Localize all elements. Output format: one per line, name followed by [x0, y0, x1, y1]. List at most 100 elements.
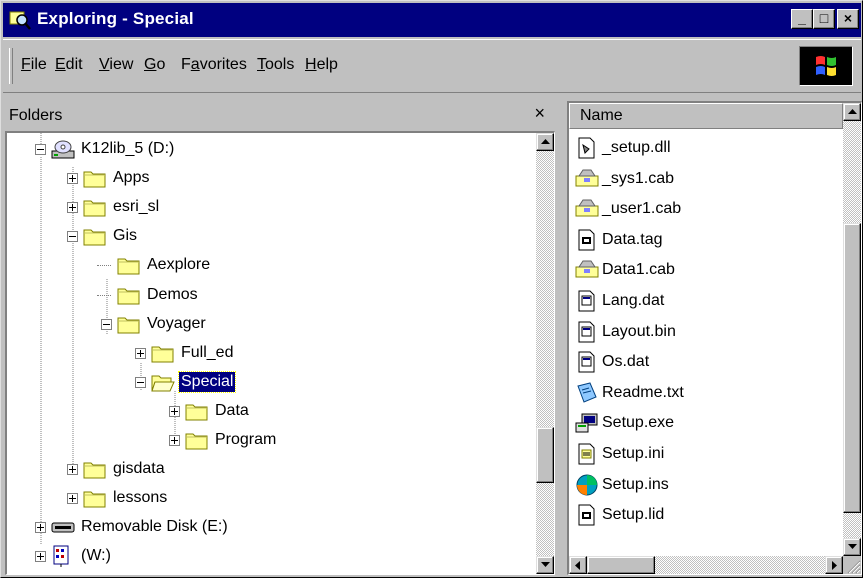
scroll-left-arrow-icon: [575, 561, 580, 570]
close-icon: ×: [843, 10, 853, 26]
tree-node-demos[interactable]: Demos: [117, 281, 200, 309]
folder-open-icon: [151, 371, 175, 393]
tree-node-lessons[interactable]: lessons: [83, 484, 169, 512]
list-scroll-left-button[interactable]: [569, 556, 587, 574]
tree-scroll-up-button[interactable]: [536, 133, 554, 151]
tree-vertical-scrollbar[interactable]: [536, 133, 554, 574]
tree-node-aexplore[interactable]: Aexplore: [117, 251, 212, 279]
tree-node-w[interactable]: (W:): [51, 542, 113, 570]
expand-plus-icon[interactable]: [169, 405, 180, 417]
tree-node-k12lib-5-d[interactable]: K12lib_5 (D:): [51, 135, 176, 163]
folder-tree[interactable]: K12lib_5 (D:) Apps esri_sl Gis Aexplore Demos…: [5, 131, 555, 575]
folders-pane-title: Folders: [9, 107, 63, 124]
menu-item-file[interactable]: File: [21, 56, 47, 74]
menu-accelerator-key: V: [99, 56, 110, 73]
tree-node-label: K12lib_5 (D:): [81, 140, 175, 157]
expand-plus-icon[interactable]: [67, 173, 78, 185]
collapse-minus-icon[interactable]: [67, 231, 78, 243]
toolbar-grip[interactable]: [9, 48, 13, 84]
file-name: Layout.bin: [602, 322, 676, 340]
collapse-minus-icon[interactable]: [135, 376, 146, 388]
menu-item-favorites[interactable]: Favorites: [181, 56, 247, 74]
expand-plus-icon[interactable]: [35, 551, 46, 563]
tree-connector: [97, 294, 111, 296]
file-name: Setup.exe: [602, 414, 675, 432]
menu-item-help[interactable]: Help: [305, 56, 338, 74]
file-item[interactable]: Os.dat: [575, 347, 649, 377]
column-header-name[interactable]: Name: [569, 103, 843, 129]
list-scroll-down-button[interactable]: [843, 538, 861, 556]
file-item[interactable]: Lang.dat: [575, 286, 664, 316]
file-item[interactable]: _sys1.cab: [575, 164, 674, 194]
menu-item-edit[interactable]: Edit: [55, 56, 83, 74]
file-item[interactable]: Setup.ini: [575, 439, 664, 469]
tree-node-program[interactable]: Program: [185, 426, 278, 454]
tree-scroll-down-button[interactable]: [536, 556, 554, 574]
scroll-right-arrow-icon: [832, 561, 837, 570]
tree-node-full-ed[interactable]: Full_ed: [151, 339, 235, 367]
list-vertical-scrollbar[interactable]: [843, 103, 861, 556]
expand-plus-icon[interactable]: [67, 464, 78, 476]
folder-icon: [185, 400, 209, 422]
expand-plus-icon[interactable]: [135, 347, 146, 359]
expand-plus-icon[interactable]: [67, 493, 78, 505]
tree-scroll-thumb[interactable]: [536, 427, 554, 483]
list-scroll-thumb[interactable]: [843, 223, 861, 513]
close-button[interactable]: ×: [837, 9, 859, 29]
menu-accelerator-key: a: [190, 56, 200, 73]
collapse-minus-icon[interactable]: [35, 144, 46, 155]
tree-node-label: gisdata: [113, 460, 165, 478]
file-list[interactable]: Name _setup.dll _sys1.cab _user1.cab Data.t…: [567, 101, 862, 575]
folder-icon: [117, 313, 141, 335]
file-item[interactable]: Readme.txt: [575, 378, 684, 408]
file-name: _setup.dll: [602, 139, 671, 156]
tree-node-gis[interactable]: Gis: [83, 222, 139, 250]
list-scroll-right-button[interactable]: [825, 556, 843, 574]
title-bar[interactable]: Exploring - Special _ □ ×: [3, 3, 861, 37]
tree-node-voyager[interactable]: Voyager: [117, 310, 208, 338]
dat-icon: [575, 351, 599, 373]
file-item[interactable]: Data.tag: [575, 225, 662, 255]
file-item[interactable]: Setup.exe: [575, 408, 674, 438]
expand-plus-icon[interactable]: [67, 202, 78, 214]
tree-node-gisdata[interactable]: gisdata: [83, 455, 167, 483]
tree-node-label: (W:): [81, 547, 111, 565]
tree-node-special[interactable]: Special: [151, 368, 237, 396]
file-item[interactable]: Data1.cab: [575, 255, 675, 285]
menu-item-view[interactable]: View: [99, 56, 133, 74]
file-item[interactable]: Layout.bin: [575, 317, 676, 347]
tree-node-removable-disk-e[interactable]: Removable Disk (E:): [51, 513, 230, 541]
tree-node-label: Removable Disk (E:): [81, 518, 228, 536]
list-scroll-up-button[interactable]: [843, 103, 861, 121]
folder-icon: [117, 284, 141, 306]
list-horizontal-scrollbar[interactable]: [569, 556, 843, 574]
collapse-minus-icon[interactable]: [101, 318, 112, 330]
tree-node-data[interactable]: Data: [185, 397, 251, 425]
size-grip[interactable]: [843, 556, 861, 574]
pane-splitter[interactable]: [557, 99, 565, 575]
expand-plus-icon[interactable]: [35, 522, 46, 534]
tree-node-label: Gis: [113, 227, 137, 245]
minimize-button[interactable]: _: [791, 9, 813, 29]
file-name: Lang.dat: [602, 292, 665, 309]
maximize-button[interactable]: □: [813, 9, 835, 29]
file-item[interactable]: _setup.dll: [575, 133, 671, 163]
tree-node-apps[interactable]: Apps: [83, 164, 151, 192]
folder-icon: [83, 487, 107, 509]
folders-pane-close-icon[interactable]: ×: [534, 103, 545, 124]
file-item[interactable]: Setup.lid: [575, 500, 664, 530]
expand-plus-icon[interactable]: [169, 435, 180, 446]
explorer-app-icon: [9, 11, 31, 30]
file-name: Setup.ini: [602, 445, 665, 462]
folder-icon: [83, 196, 107, 218]
size-grip-icon: [847, 560, 861, 574]
menu-item-go[interactable]: Go: [144, 56, 165, 74]
file-item[interactable]: Setup.ins: [575, 470, 669, 500]
tree-node-esri-sl[interactable]: esri_sl: [83, 193, 161, 221]
folder-icon: [83, 458, 107, 480]
list-hscroll-thumb[interactable]: [587, 556, 655, 574]
folder-icon: [83, 167, 107, 189]
install-script-icon: [575, 474, 599, 496]
menu-item-tools[interactable]: Tools: [257, 56, 294, 74]
file-item[interactable]: _user1.cab: [575, 194, 681, 224]
